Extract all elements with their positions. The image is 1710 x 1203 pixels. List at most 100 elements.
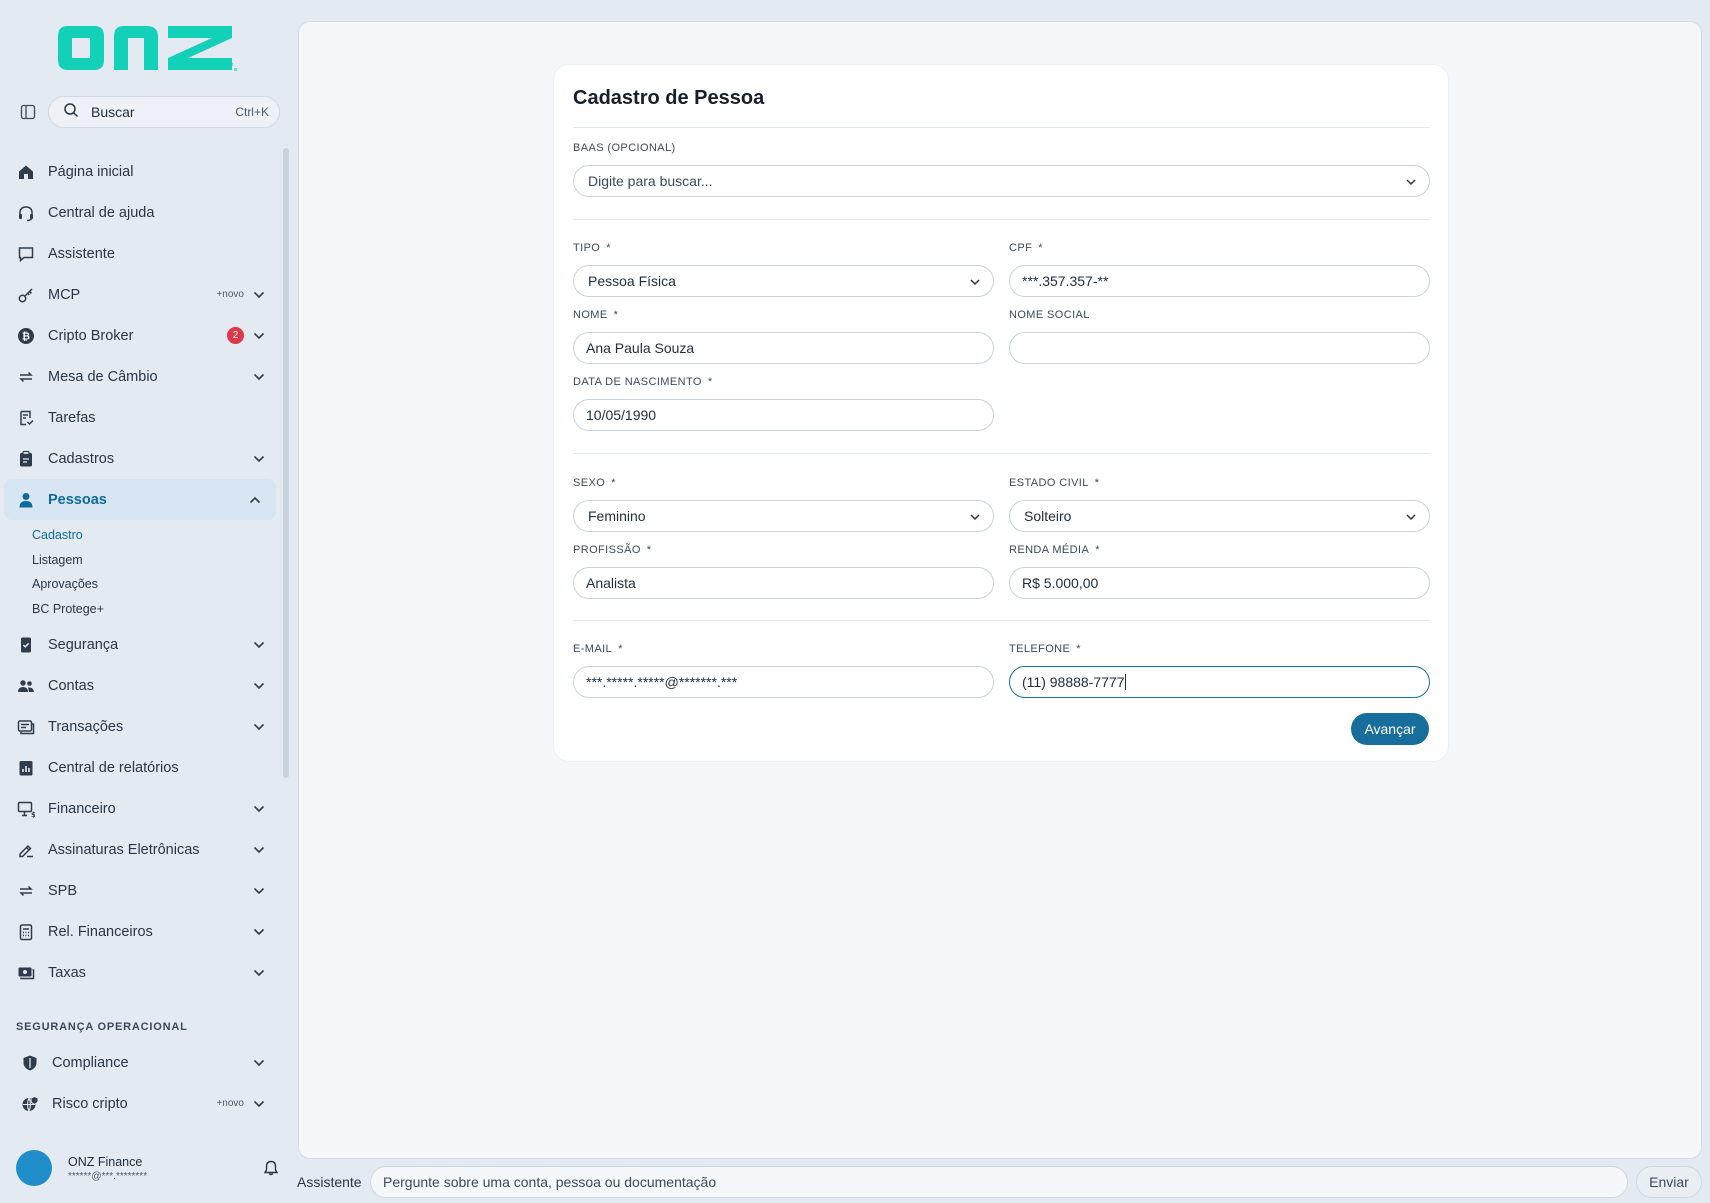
chevron-down-icon[interactable]	[252, 288, 266, 302]
nome-social-input[interactable]	[1009, 332, 1430, 364]
sidebar-item-label: Página inicial	[48, 163, 134, 180]
required-mark: *	[1038, 242, 1043, 254]
telefone-label: TELEFONE	[1009, 643, 1071, 655]
nome-input[interactable]: Ana Paula Souza	[573, 332, 994, 364]
required-mark: *	[613, 309, 619, 321]
assistant-bar: Assistente Pergunte sobre uma conta, pes…	[296, 1166, 1702, 1198]
profissao-input[interactable]: Analista	[573, 567, 994, 599]
bitcoin-icon: ₿	[16, 326, 36, 346]
required-mark: *	[1076, 643, 1081, 655]
avatar[interactable]	[16, 1150, 52, 1186]
submenu-item[interactable]: Cadastro	[32, 523, 280, 548]
sidebar-toggle-icon[interactable]	[16, 100, 40, 124]
sidebar-item-spb[interactable]: SPB	[0, 870, 280, 911]
data-nascimento-label: DATA DE NASCIMENTO	[573, 376, 702, 388]
sidebar-item-transacoes[interactable]: Transações	[0, 706, 280, 747]
data-nascimento-input[interactable]: 10/05/1990	[573, 399, 994, 431]
chevron-down-icon[interactable]	[252, 843, 266, 857]
nome-value: Ana Paula Souza	[586, 340, 695, 356]
baas-select[interactable]: Digite para buscar...	[573, 165, 1430, 197]
sidebar-item-label: MCP	[48, 286, 81, 303]
estado-civil-select[interactable]: Solteiro	[1009, 500, 1430, 532]
avancar-button[interactable]: Avançar	[1351, 713, 1429, 745]
divider	[573, 453, 1430, 454]
submenu-item[interactable]: Aprovações	[32, 572, 280, 597]
sexo-select[interactable]: Feminino	[573, 500, 994, 532]
sidebar-item-meta	[252, 438, 266, 479]
user-profile[interactable]: ONZ Finance ******@***.********	[16, 1148, 280, 1188]
chevron-down-icon	[1405, 173, 1417, 189]
divider	[573, 219, 1430, 220]
sidebar-item-assistente[interactable]: Assistente	[0, 233, 280, 274]
user-info: ONZ Finance ******@***.********	[68, 1155, 262, 1182]
sidebar-item-pagina-inicial[interactable]: Página inicial	[0, 151, 280, 192]
sidebar-item-cripto-broker[interactable]: ₿ Cripto Broker 2	[0, 315, 280, 356]
sidebar-item-pessoas[interactable]: Pessoas	[4, 479, 276, 520]
sidebar-item-meta: +novo	[216, 274, 266, 315]
chat-icon	[16, 244, 36, 264]
chevron-down-icon[interactable]	[252, 802, 266, 816]
telefone-input[interactable]: (11) 98888-7777	[1009, 666, 1430, 698]
search-row: Buscar Ctrl+K	[16, 96, 280, 128]
renda-media-input[interactable]: R$ 5.000,00	[1009, 567, 1430, 599]
tipo-select[interactable]: Pessoa Física	[573, 265, 994, 297]
signature-icon	[16, 840, 36, 860]
chevron-down-icon[interactable]	[252, 1097, 266, 1111]
sidebar-item-taxas[interactable]: Taxas	[0, 952, 280, 993]
sidebar-item-meta	[252, 911, 266, 952]
sidebar-item-cadastros[interactable]: Cadastros	[0, 438, 280, 479]
cpf-field: CPF * ***.357.357-**	[1009, 242, 1430, 297]
chevron-down-icon[interactable]	[252, 452, 266, 466]
assistant-input[interactable]: Pergunte sobre uma conta, pessoa ou docu…	[370, 1166, 1628, 1198]
cpf-label-wrap: CPF *	[1009, 242, 1430, 256]
sidebar-item-mcp[interactable]: MCP +novo	[0, 274, 280, 315]
receipt-icon	[16, 717, 36, 737]
chevron-down-icon[interactable]	[252, 638, 266, 652]
chevron-down-icon[interactable]	[252, 925, 266, 939]
tipo-label-wrap: TIPO *	[573, 242, 994, 256]
shield-icon	[20, 1053, 40, 1073]
sidebar-item-central-ajuda[interactable]: Central de ajuda	[0, 192, 280, 233]
sidebar-item-risco-cripto[interactable]: Risco cripto +novo	[0, 1083, 280, 1124]
submenu-item[interactable]: Listagem	[32, 548, 280, 573]
chevron-down-icon[interactable]	[252, 720, 266, 734]
chevron-up-icon[interactable]	[248, 493, 262, 507]
sidebar-item-meta	[252, 870, 266, 911]
sidebar-item-central-relatorios[interactable]: Central de relatórios	[0, 747, 280, 788]
clipboard-icon	[16, 449, 36, 469]
nome-label: NOME	[573, 309, 608, 321]
chevron-down-icon[interactable]	[252, 1056, 266, 1070]
sidebar-item-label: Assistente	[48, 245, 115, 262]
sidebar-item-tarefas[interactable]: Tarefas	[0, 397, 280, 438]
email-input[interactable]: ***.*****.*****@*******.***	[573, 666, 994, 698]
assistant-placeholder: Pergunte sobre uma conta, pessoa ou docu…	[383, 1174, 717, 1190]
chevron-down-icon[interactable]	[252, 679, 266, 693]
bell-icon[interactable]	[262, 1159, 280, 1177]
sidebar-item-compliance[interactable]: Compliance	[0, 1042, 280, 1083]
sidebar-item-meta	[252, 829, 266, 870]
chevron-down-icon[interactable]	[252, 966, 266, 980]
sidebar-item-contas[interactable]: Contas	[0, 665, 280, 706]
search-input[interactable]: Buscar Ctrl+K	[48, 96, 280, 128]
onz-logo[interactable]	[54, 18, 238, 76]
sidebar-scrollbar[interactable]	[283, 148, 289, 778]
sexo-label-wrap: SEXO *	[573, 477, 994, 491]
sidebar-item-seguranca[interactable]: Segurança	[0, 624, 280, 665]
chevron-down-icon[interactable]	[252, 370, 266, 384]
divider	[573, 620, 1430, 621]
chevron-down-icon[interactable]	[252, 884, 266, 898]
sidebar-item-label: Financeiro	[48, 800, 116, 817]
profissao-label-wrap: PROFISSÃO *	[573, 544, 994, 558]
chevron-down-icon[interactable]	[252, 329, 266, 343]
sidebar-item-assinaturas[interactable]: Assinaturas Eletrônicas	[0, 829, 280, 870]
headset-icon	[16, 203, 36, 223]
submenu-item[interactable]: BC Protege+	[32, 597, 280, 622]
text-caret	[1125, 674, 1127, 690]
sidebar-item-financeiro[interactable]: $ Financeiro	[0, 788, 280, 829]
sidebar-item-label: Transações	[48, 718, 124, 735]
sidebar-item-mesa-cambio[interactable]: Mesa de Câmbio	[0, 356, 280, 397]
sidebar-item-rel-financeiros[interactable]: Rel. Financeiros	[0, 911, 280, 952]
sidebar-item-meta	[252, 356, 266, 397]
send-button[interactable]: Enviar	[1636, 1166, 1702, 1198]
cpf-input[interactable]: ***.357.357-**	[1009, 265, 1430, 297]
